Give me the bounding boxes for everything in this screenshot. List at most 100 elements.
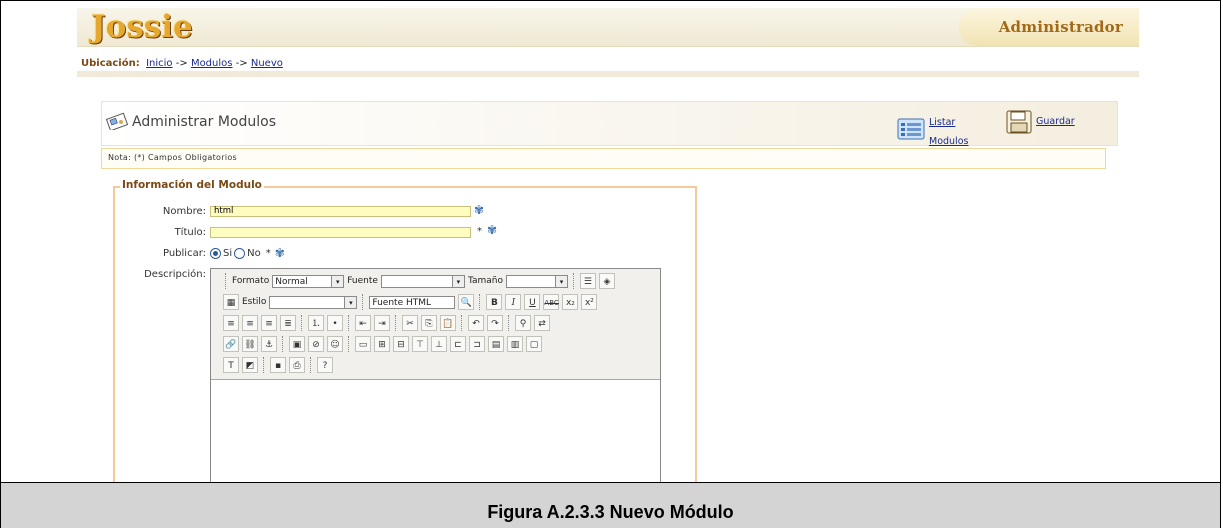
publicar-label: Publicar:: [162, 248, 206, 259]
copy-icon[interactable]: ⎘: [421, 315, 437, 331]
image-icon[interactable]: ▣: [289, 336, 305, 352]
insert-column-icon[interactable]: ⊤: [412, 336, 428, 352]
help-icon[interactable]: ✾: [474, 203, 484, 217]
fuente-html-button[interactable]: Fuente HTML: [369, 295, 456, 309]
toolbar-separator: [301, 315, 303, 331]
estilo-select[interactable]: ▾: [269, 295, 358, 309]
table-icon[interactable]: ▭: [355, 336, 371, 352]
unlink-icon[interactable]: ⛓: [242, 336, 258, 352]
formato-label: Formato: [232, 276, 270, 286]
delete-column-icon[interactable]: ⊥: [431, 336, 447, 352]
outdent-icon[interactable]: ⇤: [355, 315, 371, 331]
help-icon[interactable]: ✾: [275, 246, 285, 260]
flash-icon[interactable]: ⊘: [308, 336, 324, 352]
help-icon[interactable]: ✾: [487, 223, 497, 237]
list-modules-label-2[interactable]: Modulos: [929, 136, 968, 147]
split-cells-icon[interactable]: ⊐: [469, 336, 485, 352]
tamano-select[interactable]: ▾: [505, 274, 568, 288]
redo-icon[interactable]: ↷: [487, 315, 503, 331]
rich-text-editor: Formato Normal ▾ Fuente ▾ Tamaño ▾ ☰ ◈ ▦ …: [210, 268, 661, 482]
subscript-icon[interactable]: x₂: [562, 294, 579, 310]
underline-icon[interactable]: U: [524, 294, 541, 310]
form-field-icon[interactable]: ▢: [526, 336, 542, 352]
required-mark: *: [477, 226, 482, 237]
template-icon[interactable]: ▪: [270, 357, 286, 373]
merge-cells-icon[interactable]: ⊏: [450, 336, 466, 352]
strikethrough-icon[interactable]: ABC: [543, 294, 560, 310]
toolbar-separator: [395, 315, 397, 331]
admin-title: Administrador: [998, 18, 1123, 36]
toolbar-separator: [362, 294, 364, 310]
superscript-icon[interactable]: x²: [581, 294, 598, 310]
required-mark: *: [265, 247, 271, 259]
editor-toolbar: Formato Normal ▾ Fuente ▾ Tamaño ▾ ☰ ◈ ▦ …: [211, 269, 660, 380]
anchor-icon[interactable]: ⚓: [261, 336, 277, 352]
radio-no[interactable]: [234, 247, 246, 259]
admin-tab: Administrador: [959, 8, 1139, 46]
save-label[interactable]: Guardar: [1036, 117, 1075, 127]
cut-icon[interactable]: ✂: [402, 315, 418, 331]
breadcrumb-divider: [77, 71, 1139, 77]
editor-content-area[interactable]: [211, 380, 660, 482]
note-text: Nota: (*) Campos Obligatorios: [108, 153, 238, 162]
bold-icon[interactable]: B: [486, 294, 503, 310]
toolbar-separator: [461, 315, 463, 331]
figure-caption: Figura A.2.3.3 Nuevo Módulo: [487, 502, 734, 522]
undo-icon[interactable]: ↶: [468, 315, 484, 331]
nombre-input[interactable]: html: [210, 206, 471, 217]
bullet-list-icon[interactable]: •: [327, 315, 343, 331]
toolbar-separator: [348, 336, 350, 352]
save-button[interactable]: Guardar: [1006, 110, 1075, 134]
smiley-icon[interactable]: ☺: [327, 336, 343, 352]
fuente-select[interactable]: ▾: [380, 274, 465, 288]
formato-value: Normal: [275, 276, 308, 287]
paste-icon[interactable]: 📋: [440, 315, 456, 331]
background-color-icon[interactable]: ◩: [242, 357, 258, 373]
align-right-icon[interactable]: ≡: [261, 315, 277, 331]
app-logo[interactable]: Jossie: [91, 9, 193, 45]
help-icon[interactable]: ?: [317, 357, 333, 373]
preview-icon[interactable]: 🔍: [458, 294, 475, 310]
radio-si[interactable]: [210, 247, 221, 259]
descripcion-label: Descripción:: [144, 269, 206, 280]
breadcrumb-separator: ->: [175, 58, 188, 69]
numbered-list-icon[interactable]: ⒈: [308, 315, 324, 331]
replace-icon[interactable]: ⇄: [534, 315, 550, 331]
save-icon: [1006, 110, 1032, 134]
list-modules-button[interactable]: Listar Modulos: [897, 110, 968, 148]
insert-row-icon[interactable]: ⊞: [374, 336, 390, 352]
formato-select[interactable]: Normal ▾: [272, 274, 345, 288]
cube-icon[interactable]: ◈: [598, 273, 615, 289]
figure-caption-bar: Figura A.2.3.3 Nuevo Módulo: [1, 482, 1220, 528]
table-properties-icon[interactable]: ▥: [507, 336, 523, 352]
breadcrumb-link-inicio[interactable]: Inicio: [146, 58, 172, 69]
radio-no-label: No: [247, 247, 261, 259]
text-color-icon[interactable]: T: [223, 357, 239, 373]
align-left-icon[interactable]: ≡: [223, 315, 239, 331]
toolbar-separator: [479, 294, 481, 310]
breadcrumb-link-modulos[interactable]: Modulos: [191, 58, 233, 69]
titulo-label: Título:: [174, 227, 206, 238]
list-modules-label-1[interactable]: Listar: [929, 117, 955, 128]
delete-row-icon[interactable]: ⊟: [393, 336, 409, 352]
fuente-html-label: Fuente HTML: [372, 297, 432, 308]
list-icon: [897, 118, 925, 140]
list-style-icon[interactable]: ☰: [579, 273, 596, 289]
find-icon[interactable]: ⚲: [515, 315, 531, 331]
print-preview-icon[interactable]: ⎙: [289, 357, 305, 373]
indent-icon[interactable]: ⇥: [374, 315, 390, 331]
table-grid-icon[interactable]: ▦: [223, 294, 239, 310]
page-title: Administrar Modulos: [132, 114, 276, 130]
note-bar: Nota: (*) Campos Obligatorios: [101, 148, 1106, 169]
breadcrumb: Ubicación: Inicio -> Modulos -> Nuevo: [81, 58, 283, 69]
cell-properties-icon[interactable]: ▤: [488, 336, 504, 352]
toolbar-separator: [348, 315, 350, 331]
title-panel: Administrar Modulos Listar Modulos Guard…: [101, 101, 1118, 148]
breadcrumb-link-nuevo[interactable]: Nuevo: [251, 58, 283, 69]
italic-icon[interactable]: I: [505, 294, 522, 310]
align-justify-icon[interactable]: ≣: [280, 315, 296, 331]
align-center-icon[interactable]: ≡: [242, 315, 258, 331]
header: Jossie Administrador: [77, 8, 1139, 47]
titulo-input[interactable]: [210, 227, 471, 238]
link-icon[interactable]: 🔗: [223, 336, 239, 352]
